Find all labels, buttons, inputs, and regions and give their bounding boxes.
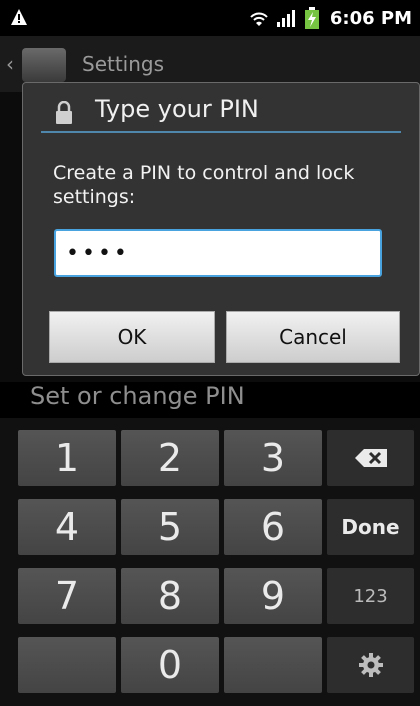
backspace-icon — [354, 449, 387, 467]
wifi-icon — [250, 12, 268, 26]
key-7[interactable]: 7 — [18, 568, 116, 624]
key-8[interactable]: 8 — [121, 568, 219, 624]
backspace-key[interactable] — [327, 430, 414, 486]
key-1[interactable]: 1 — [18, 430, 116, 486]
done-key[interactable]: Done — [327, 499, 414, 555]
numeric-keypad: 1 2 3 4 5 6 Done 7 8 9 123 0 — [0, 418, 420, 706]
ok-button[interactable]: OK — [49, 311, 215, 363]
key-2[interactable]: 2 — [121, 430, 219, 486]
dialog-message: Create a PIN to control and lock setting… — [53, 162, 355, 208]
lock-icon — [56, 101, 72, 124]
play-store-icon — [22, 48, 66, 82]
settings-key[interactable] — [327, 637, 414, 693]
key-5[interactable]: 5 — [121, 499, 219, 555]
pin-dialog: Type your PIN Create a PIN to control an… — [22, 82, 420, 376]
status-icons: 6:06 PM — [248, 6, 412, 30]
dialog-title: Type your PIN — [95, 95, 259, 123]
battery-charging-icon — [304, 7, 319, 29]
key-6[interactable]: 6 — [224, 499, 322, 555]
key-0[interactable]: 0 — [121, 637, 219, 693]
pin-input[interactable] — [54, 229, 382, 277]
mode-123-key[interactable]: 123 — [327, 568, 414, 624]
title-divider — [41, 131, 401, 133]
set-change-pin-label: Set or change PIN — [30, 382, 245, 410]
key-9[interactable]: 9 — [224, 568, 322, 624]
key-blank-right — [224, 637, 322, 693]
back-chevron-icon[interactable]: ‹ — [6, 52, 14, 76]
clock: 6:06 PM — [329, 7, 412, 29]
app-title: Settings — [82, 52, 165, 76]
gear-icon — [358, 653, 383, 677]
key-4[interactable]: 4 — [18, 499, 116, 555]
key-3[interactable]: 3 — [224, 430, 322, 486]
warning-icon — [11, 9, 27, 25]
key-blank-left — [18, 637, 116, 693]
signal-icon — [276, 10, 295, 27]
status-bar: 6:06 PM — [0, 0, 420, 36]
cancel-button[interactable]: Cancel — [226, 311, 400, 363]
